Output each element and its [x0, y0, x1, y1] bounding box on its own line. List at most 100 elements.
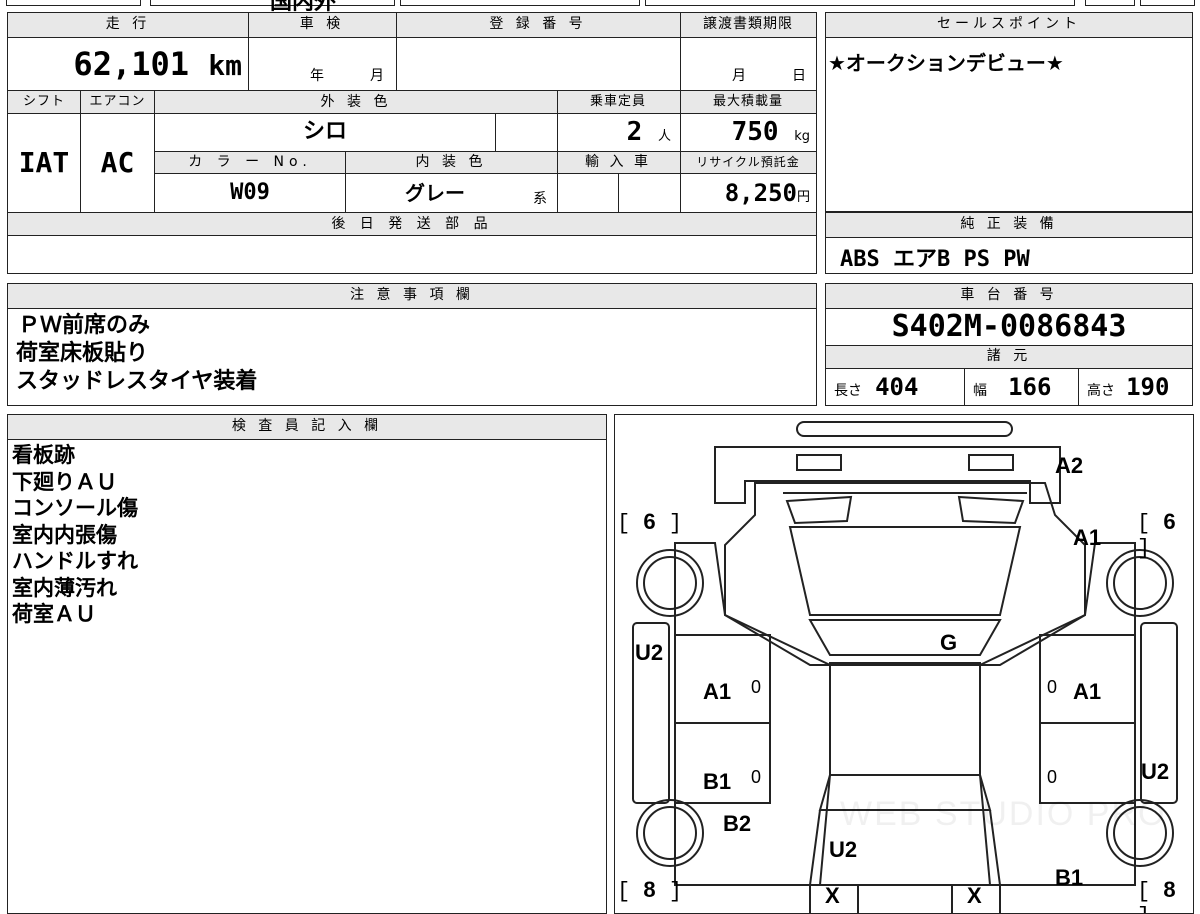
mark-rear-floor: U2: [829, 837, 858, 862]
cabin-center: [829, 662, 981, 776]
max-load-header: 最大積載量: [712, 94, 783, 109]
row-line: [154, 151, 816, 152]
mark-rear-right-x: X: [967, 883, 982, 908]
mileage-header: 走 行: [105, 16, 151, 32]
inspector-line: 下廻りＡＵ: [12, 469, 117, 494]
color-no-value: W09: [230, 180, 270, 205]
registration-header: 登 録 番 号: [489, 16, 587, 32]
recycle-fee-header: リサイクル預託金: [696, 155, 800, 169]
capacity-header: 乗車定員: [589, 94, 646, 109]
row-line: [154, 173, 816, 174]
inspector-line: 室内内張傷: [12, 522, 117, 547]
mileage-number: 62,101: [73, 45, 190, 83]
interior-color-suffix: 系: [533, 191, 547, 207]
spec-width-value: 166: [1008, 373, 1052, 401]
recycle-fee-value: 8,250円: [680, 174, 816, 212]
tire-rear-right-label: [ 8 ]: [1137, 877, 1176, 913]
door-zero-lf: 0: [751, 677, 762, 697]
exterior-color-value: シロ: [302, 119, 347, 144]
top-strip-cell: [645, 0, 1075, 6]
inspection-header: 車 検: [299, 16, 345, 32]
col-line: [618, 174, 619, 212]
col-line: [680, 13, 681, 212]
inspector-line: 荷室ＡＵ: [12, 602, 96, 626]
exterior-color-header: 外 装 色: [320, 94, 392, 110]
transfer-deadline-header: 譲渡書類期限: [703, 16, 793, 32]
door-zero-lr: 0: [751, 767, 762, 787]
recycle-fee-number: 8,250: [724, 179, 797, 207]
col-line: [345, 151, 346, 212]
tire-rear-left-value: 8: [643, 877, 656, 902]
spec-length: 長さ 404: [826, 370, 964, 405]
capacity-number: 2: [626, 117, 643, 147]
import-header: 輸 入 車: [585, 154, 651, 170]
genuine-equipment-header: 純 正 装 備: [826, 213, 1192, 238]
mark-left-rear-door: B1: [703, 769, 732, 794]
tire-front-left-value: 6: [643, 509, 656, 534]
watermark: WEB STUDIO PRO: [840, 795, 1167, 833]
spec-length-label: 長さ: [834, 383, 862, 399]
deadline-month-unit: 月: [732, 68, 746, 84]
inspector-box: 検 査 員 記 入 欄 看板跡 下廻りＡＵ コンソール傷 室内内張傷 ハンドルす…: [7, 414, 607, 914]
genuine-equipment-text: ABS エアB PS PW: [840, 247, 1030, 272]
door-rear-right: [1039, 722, 1136, 804]
color-no-header: カ ラ ー No.: [188, 154, 312, 170]
mark-left-rear: B2: [723, 811, 752, 836]
shift-value: IAT: [18, 146, 70, 179]
mileage-value: 62,101 km: [8, 38, 246, 90]
chassis-specs-box: 車 台 番 号 S402M-0086843 諸 元 長さ 404 幅 166 高…: [825, 283, 1193, 406]
car-diagram: [632, 421, 1178, 913]
col-line: [248, 13, 249, 90]
interior-color-value: グレー: [405, 181, 465, 205]
deadline-day-unit: 日: [792, 68, 806, 84]
shift-header: シフト: [22, 94, 65, 109]
spec-width: 幅 166: [965, 370, 1078, 405]
grille-right: [957, 495, 1025, 525]
col-line: [495, 113, 496, 151]
door-zero-rf: 0: [1047, 677, 1058, 697]
top-strip: 国内外: [0, 0, 1200, 15]
notes-line: スタッドレスタイヤ装着: [16, 369, 258, 394]
inspector-line: 室内薄汚れ: [12, 575, 117, 600]
body-left: [674, 542, 831, 886]
mark-right-rear: B1: [1055, 865, 1084, 890]
mark-rear-left-x: X: [825, 883, 840, 908]
top-strip-cell: [1085, 0, 1135, 6]
capacity-value: 2 人: [557, 114, 679, 150]
spec-height: 高さ 190: [1079, 370, 1192, 405]
inspector-line: コンソール傷: [12, 496, 138, 520]
aircon-header: エアコン: [89, 94, 146, 109]
door-zero-rr: 0: [1047, 767, 1058, 787]
sales-point-box: セールスポイント ★オークションデビュー★: [825, 12, 1193, 212]
spec-length-value: 404: [875, 373, 919, 401]
spec-height-value: 190: [1126, 373, 1170, 401]
specs-header: 諸 元: [826, 345, 1192, 369]
mark-right-side: U2: [1141, 759, 1170, 784]
genuine-equipment-box: 純 正 装 備 ABS エアB PS PW: [825, 212, 1193, 274]
col-line: [80, 90, 81, 212]
mark-front-right: A1: [1073, 525, 1102, 550]
damage-diagram-box: [ 6 ] [ 6 ] [ 8 ] [ 8 ] A2 A1 G U2 A1 0 …: [614, 414, 1194, 914]
later-parts-header: 後 日 発 送 部 品: [8, 213, 816, 235]
chassis-number: S402M-0086843: [891, 309, 1127, 344]
sales-point-text: ★オークションデビュー★: [828, 51, 1064, 75]
top-strip-cell: [400, 0, 640, 6]
mark-left-side: U2: [635, 640, 664, 665]
col-line: [396, 13, 397, 90]
mark-right-front-door: A1: [1073, 679, 1102, 704]
max-load-number: 750: [731, 117, 779, 147]
grille-left: [785, 495, 853, 525]
tire-front-right-value: 6: [1163, 509, 1176, 534]
mileage-unit: km: [208, 49, 242, 82]
notes-line: 荷室床板貼り: [16, 341, 149, 366]
inspector-line: ハンドルすれ: [12, 549, 138, 573]
notes-header: 注 意 事 項 欄: [8, 284, 816, 309]
headlight-left: [796, 454, 842, 471]
roof-front: [808, 619, 1002, 656]
tire-rear-left: [636, 799, 704, 867]
windshield: [788, 526, 1022, 616]
later-parts-value: [8, 236, 816, 273]
body-front: [724, 482, 1086, 666]
max-load-value: 750 kg: [680, 114, 816, 150]
inspection-month-unit: 月: [370, 68, 384, 84]
